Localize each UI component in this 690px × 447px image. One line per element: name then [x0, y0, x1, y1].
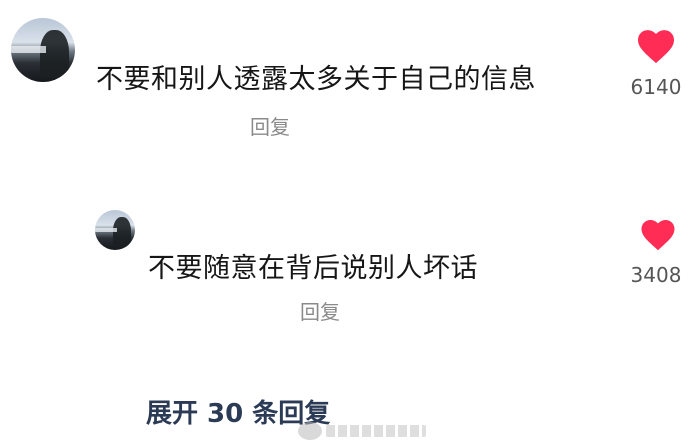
avatar[interactable]: [95, 210, 135, 250]
heart-icon: [638, 30, 674, 64]
like-count: 6140: [630, 75, 682, 99]
watermark: [298, 418, 426, 444]
like-button[interactable]: [636, 28, 676, 64]
watermark-text: [326, 425, 426, 437]
watermark-logo-icon: [298, 422, 322, 440]
comment-text: 不要和别人透露太多关于自己的信息: [96, 64, 536, 95]
reply-button[interactable]: 回复: [300, 296, 340, 325]
like-count: 3408: [630, 263, 682, 287]
reply-button[interactable]: 回复: [250, 111, 290, 140]
avatar[interactable]: [11, 18, 75, 82]
heart-icon: [641, 219, 675, 251]
comment-text: 不要随意在背后说别人坏话: [148, 253, 478, 284]
like-button[interactable]: [638, 218, 678, 251]
